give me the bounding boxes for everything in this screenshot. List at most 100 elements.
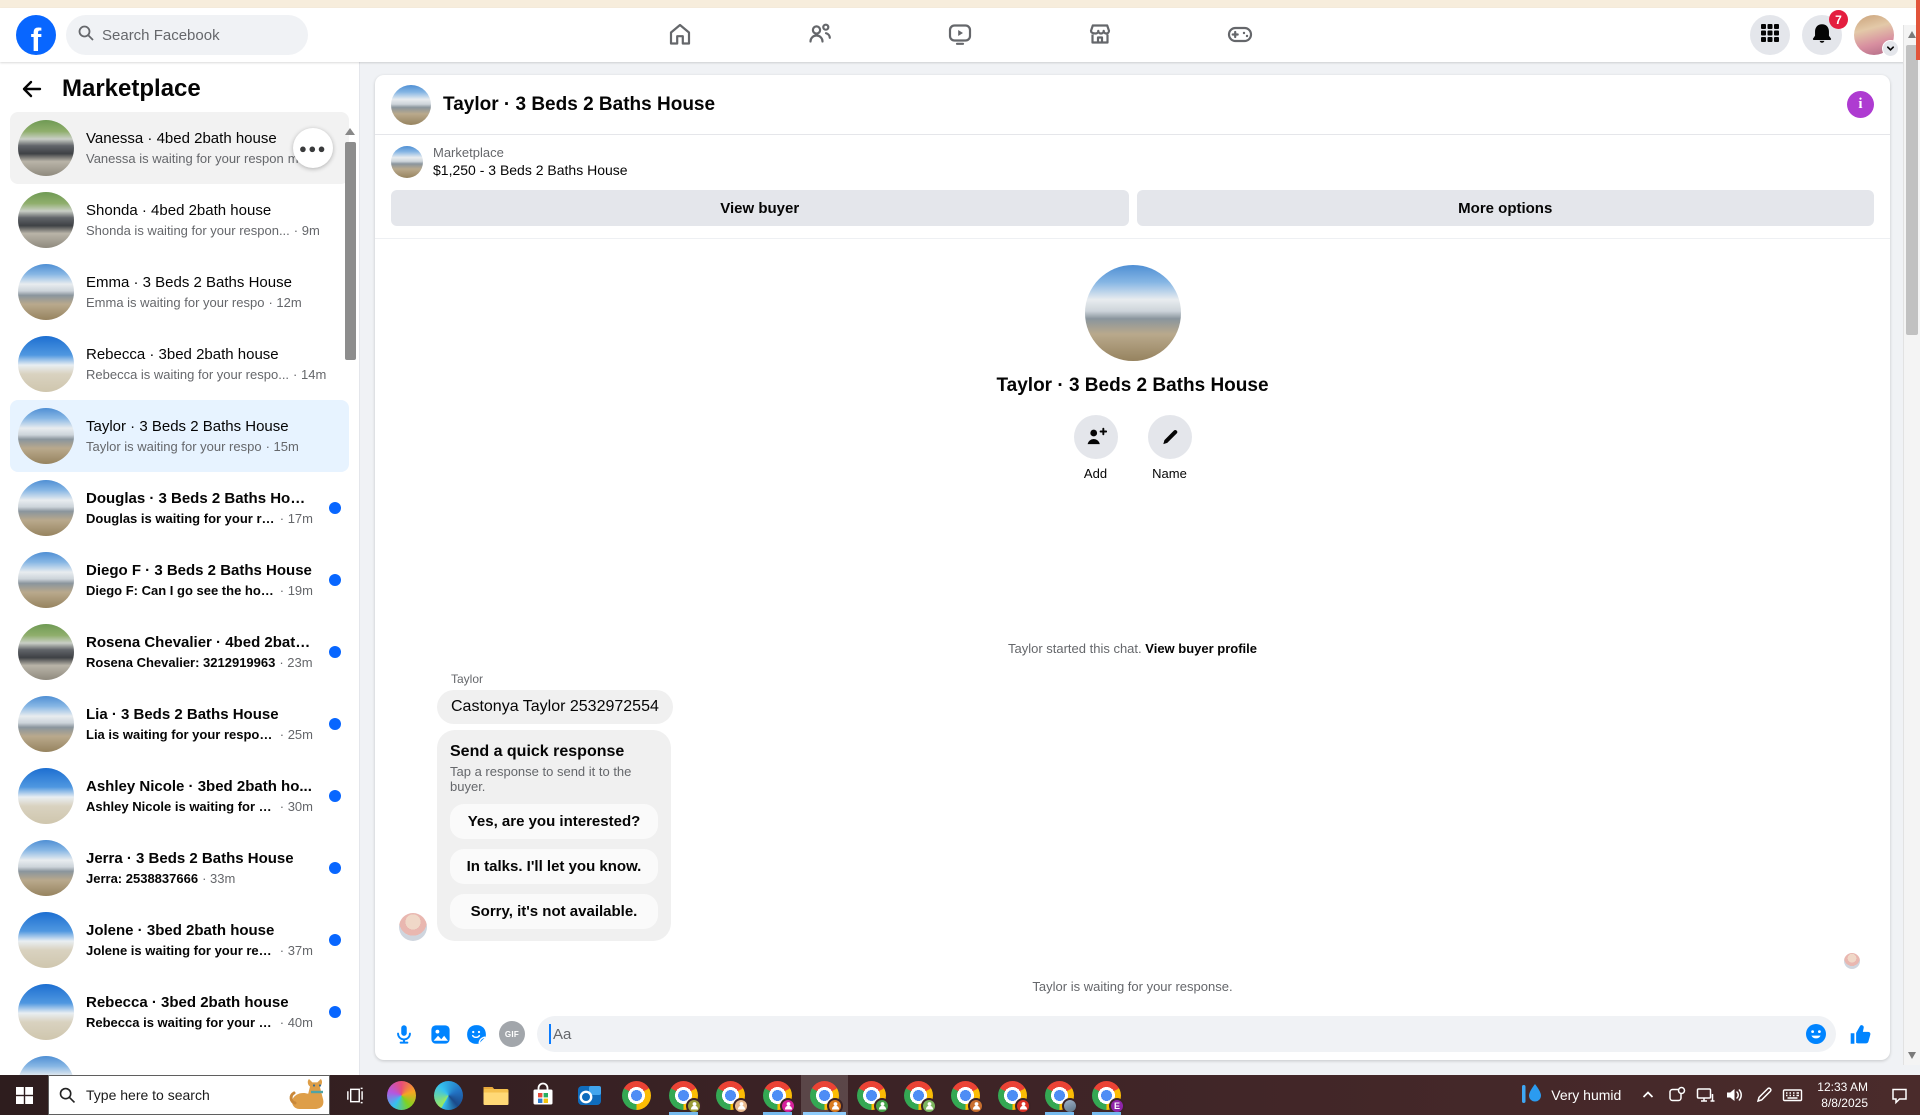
taskbar-search-input[interactable]: Type here to search: [48, 1075, 330, 1115]
chat-avatar[interactable]: [391, 84, 431, 125]
conversation-item-jolene-3bed-2bath-house[interactable]: Jolene · 3bed 2bath house Jolene is waiti…: [10, 904, 349, 976]
conversation-item-vanessa-4bed-2bath-house[interactable]: Vanessa · 4bed 2bath house Vanessa is wai…: [10, 112, 349, 184]
conversation-preview: Vanessa is waiting for your respon: [86, 151, 284, 166]
conversation-info-button[interactable]: i: [1847, 91, 1874, 118]
watch-tab[interactable]: [945, 20, 975, 50]
friends-tab[interactable]: [805, 20, 835, 50]
microsoft-store-app[interactable]: [519, 1075, 566, 1115]
outlook-app[interactable]: [566, 1075, 613, 1115]
name-button[interactable]: Name: [1147, 415, 1192, 481]
tray-expand-button[interactable]: [1633, 1075, 1662, 1115]
marketplace-tab[interactable]: [1085, 20, 1115, 50]
tray-network[interactable]: [1691, 1075, 1720, 1115]
page-scrollbar[interactable]: [1903, 25, 1920, 1065]
conversation-item-rebecca-3bed-2bath-house[interactable]: Rebecca · 3bed 2bath house Rebecca is wai…: [10, 976, 349, 1048]
action-center-button[interactable]: [1878, 1075, 1920, 1115]
edge-app[interactable]: [425, 1075, 472, 1115]
conversation-avatar: [18, 840, 74, 896]
conversation-item-linda-3-beds-2-baths-house[interactable]: Linda · 3 Beds 2 Baths House: [10, 1048, 349, 1075]
chrome-window-11[interactable]: E: [1083, 1075, 1130, 1115]
time-text: 12:33 AM: [1817, 1079, 1868, 1094]
tray-pen[interactable]: [1749, 1075, 1778, 1115]
notifications-button[interactable]: 7: [1802, 10, 1848, 55]
more-options-button[interactable]: More options: [1136, 190, 1874, 226]
attach-photo-button[interactable]: [423, 1017, 457, 1051]
facebook-logo[interactable]: f: [16, 15, 56, 56]
gaming-tab[interactable]: [1225, 20, 1255, 50]
view-buyer-profile-link[interactable]: View buyer profile: [1145, 641, 1257, 656]
header-actions: 7: [1750, 10, 1899, 57]
voice-clip-button[interactable]: [387, 1017, 421, 1051]
profile-avatar[interactable]: [1854, 15, 1899, 57]
emoji-button[interactable]: [1802, 1020, 1830, 1048]
message-sender-name: Taylor: [451, 672, 484, 686]
conversation-item-emma-3-beds-2-baths-house[interactable]: Emma · 3 Beds 2 Baths House Emma is waiti…: [10, 256, 349, 328]
tray-volume[interactable]: [1720, 1075, 1749, 1115]
unread-indicator: [329, 1006, 341, 1018]
gif-button[interactable]: GIF: [495, 1017, 529, 1051]
search-companion-cat[interactable]: [287, 1073, 327, 1114]
browser-corner-accent: [1916, 0, 1920, 60]
conversation-item-rebecca-3bed-2bath-house[interactable]: Rebecca · 3bed 2bath house Rebecca is wai…: [10, 328, 349, 400]
home-tab[interactable]: [665, 20, 695, 50]
conversation-item-rosena-chevalier-4bed-2bath[interactable]: Rosena Chevalier · 4bed 2bath... Rosena C…: [10, 616, 349, 688]
tray-touch-keyboard[interactable]: [1778, 1075, 1807, 1115]
chrome-window-1[interactable]: [613, 1075, 660, 1115]
sidebar-scroll-up[interactable]: [345, 128, 355, 135]
folder-icon: [483, 1087, 508, 1105]
listing-row[interactable]: Marketplace $1,250 - 3 Beds 2 Baths Hous…: [375, 135, 1890, 184]
buyer-profile-avatar: [1084, 265, 1181, 361]
start-button[interactable]: [0, 1075, 48, 1115]
sender-avatar[interactable]: [399, 913, 427, 941]
listing-source: Marketplace: [433, 145, 504, 160]
chat-card: Taylor · 3 Beds 2 Baths House i Marketpl…: [375, 75, 1890, 1060]
chrome-window-6[interactable]: [848, 1075, 895, 1115]
view-buyer-button[interactable]: View buyer: [391, 190, 1129, 226]
chrome-window-4[interactable]: [754, 1075, 801, 1115]
facebook-search-input[interactable]: Search Facebook: [66, 15, 308, 55]
chrome-window-2[interactable]: [660, 1075, 707, 1115]
conversation-item-diego-f-3-beds-2-baths-house[interactable]: Diego F · 3 Beds 2 Baths House Diego F: C…: [10, 544, 349, 616]
back-button[interactable]: [18, 75, 46, 103]
conversation-item-jerra-3-beds-2-baths-house[interactable]: Jerra · 3 Beds 2 Baths House Jerra: 25388…: [10, 832, 349, 904]
scrollbar-thumb[interactable]: [1906, 45, 1918, 335]
chrome-window-3[interactable]: [707, 1075, 754, 1115]
sticker-button[interactable]: [459, 1017, 493, 1051]
taskbar-clock[interactable]: 12:33 AM 8/8/2025: [1807, 1075, 1878, 1115]
file-explorer-app[interactable]: [472, 1075, 519, 1115]
task-view-button[interactable]: [330, 1075, 378, 1115]
like-button[interactable]: [1844, 1017, 1878, 1051]
chevron-down-icon: [1882, 40, 1899, 57]
conversation-item-taylor-3-beds-2-baths-house[interactable]: Taylor · 3 Beds 2 Baths House Taylor is w…: [10, 400, 349, 472]
chrome-window-10[interactable]: [1036, 1075, 1083, 1115]
quick-response-option-3[interactable]: Sorry, it's not available.: [450, 894, 658, 929]
chrome-window-7[interactable]: [895, 1075, 942, 1115]
conversation-item-shonda-4bed-2bath-house[interactable]: Shonda · 4bed 2bath house Shonda is waiti…: [10, 184, 349, 256]
chrome-window-5[interactable]: [801, 1075, 848, 1115]
add-button[interactable]: Add: [1073, 415, 1118, 481]
chrome-window-9[interactable]: [989, 1075, 1036, 1115]
quick-response-option-2[interactable]: In talks. I'll let you know.: [450, 849, 658, 884]
conversation-time: · 17m: [279, 511, 313, 526]
scroll-down-arrow[interactable]: [1908, 1052, 1916, 1059]
listing-details: $1,250 - 3 Beds 2 Baths House: [433, 162, 628, 178]
apps-menu-button[interactable]: [1750, 15, 1790, 55]
taskbar-weather-widget[interactable]: Very humid: [1509, 1075, 1633, 1115]
conversation-time: · 14m: [293, 367, 327, 382]
conversation-item-ashley-nicole-3bed-2bath-ho[interactable]: Ashley Nicole · 3bed 2bath ho... Ashley N…: [10, 760, 349, 832]
copilot-icon: [387, 1080, 416, 1110]
scroll-up-arrow[interactable]: [1908, 31, 1916, 38]
profile-badge: [780, 1097, 796, 1114]
conversation-menu-button[interactable]: ●●●: [293, 128, 333, 168]
message-input[interactable]: Aa: [537, 1016, 1836, 1052]
chrome-window-8[interactable]: [942, 1075, 989, 1115]
conversation-item-douglas-3-beds-2-baths-house[interactable]: Douglas · 3 Beds 2 Baths House Douglas is…: [10, 472, 349, 544]
sidebar-scrollbar[interactable]: [345, 142, 356, 360]
quick-response-option-1[interactable]: Yes, are you interested?: [450, 804, 658, 839]
unread-indicator: [329, 502, 341, 514]
conversation-item-lia-3-beds-2-baths-house[interactable]: Lia · 3 Beds 2 Baths House Lia is waiting…: [10, 688, 349, 760]
copilot-app[interactable]: [378, 1075, 425, 1115]
pencil-icon: [1147, 415, 1192, 459]
tray-meet-now[interactable]: [1662, 1075, 1691, 1115]
quick-response-card: Send a quick response Tap a response to …: [437, 730, 671, 941]
